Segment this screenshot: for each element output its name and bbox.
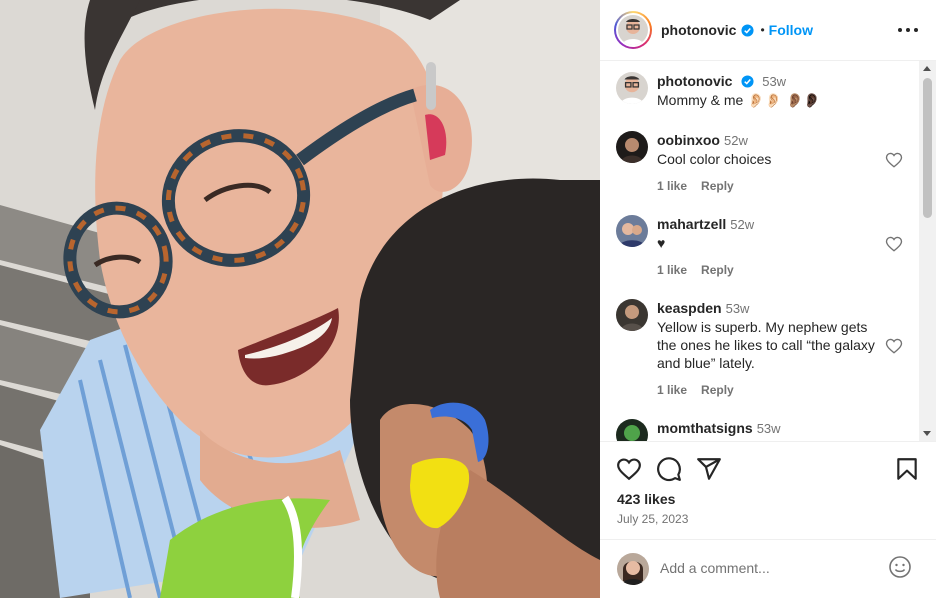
follow-button[interactable]: Follow: [769, 22, 813, 38]
scrollbar-thumb[interactable]: [923, 78, 932, 218]
verified-badge-icon: [741, 23, 754, 37]
avatar-image: [617, 553, 649, 585]
comment-time: 52w: [724, 133, 748, 148]
comments-scrollbar[interactable]: [919, 61, 936, 441]
comment-text: ♥: [657, 235, 666, 251]
reply-button[interactable]: Reply: [701, 263, 734, 277]
heart-icon[interactable]: [616, 456, 642, 482]
commenter-avatar[interactable]: [616, 299, 648, 331]
post-details-panel: photonovic • Follow photonovic 53w Mommy…: [600, 0, 936, 598]
comment-time: 52w: [730, 217, 755, 232]
comment-input[interactable]: [660, 557, 880, 579]
caption-time: 53w: [762, 74, 787, 89]
current-user-avatar: [617, 553, 649, 585]
comment-text: Cool color choices: [657, 151, 772, 167]
like-count[interactable]: 423 likes: [617, 491, 675, 507]
share-icon[interactable]: [696, 456, 722, 482]
avatar-image: [616, 419, 648, 441]
avatar-image: [616, 72, 648, 104]
post-header: photonovic • Follow: [600, 0, 936, 61]
avatar-image: [616, 215, 648, 247]
more-options-icon[interactable]: [898, 22, 918, 38]
heart-icon[interactable]: [885, 337, 903, 355]
comment-text: Yellow is superb. My nephew gets the one…: [657, 319, 875, 371]
author-username[interactable]: photonovic: [661, 22, 736, 38]
comment-composer: [600, 539, 936, 598]
comment-username[interactable]: oobinxoo: [657, 132, 720, 148]
avatar-image: [616, 131, 648, 163]
comment-like-count[interactable]: 1 like: [657, 263, 687, 277]
comment-username[interactable]: momthatsigns: [657, 420, 753, 436]
bookmark-icon[interactable]: [894, 456, 920, 482]
comment-time: 53w: [756, 421, 781, 436]
verified-badge-icon: [741, 75, 754, 88]
separator-dot: •: [760, 23, 765, 37]
comment-icon[interactable]: [656, 456, 682, 482]
comments-list[interactable]: photonovic 53w Mommy & me 👂🏻👂🏻 👂🏽👂🏿 oobi…: [600, 61, 919, 441]
comment-like-count[interactable]: 1 like: [657, 383, 687, 397]
selfie-illustration: [0, 0, 600, 598]
reply-button[interactable]: Reply: [701, 179, 734, 193]
comment-time: 53w: [725, 301, 750, 316]
comment-like-count[interactable]: 1 like: [657, 179, 687, 193]
reply-button[interactable]: Reply: [701, 383, 734, 397]
caption-text: Mommy & me 👂🏻👂🏻 👂🏽👂🏿: [657, 92, 821, 108]
avatar-image: [618, 15, 648, 45]
author-story-ring[interactable]: [614, 11, 652, 49]
author-avatar[interactable]: [618, 15, 648, 45]
post-date[interactable]: July 25, 2023: [617, 512, 688, 526]
heart-icon[interactable]: [885, 235, 903, 253]
post-actions: 423 likes July 25, 2023: [600, 441, 936, 598]
caption-username[interactable]: photonovic: [657, 73, 732, 89]
scroll-up-arrow-icon[interactable]: [923, 66, 931, 71]
author-avatar-small[interactable]: [616, 72, 648, 104]
comment-username[interactable]: keaspden: [657, 300, 722, 316]
comment-meta: 1 like Reply: [657, 383, 748, 397]
comment-meta: 1 like Reply: [657, 179, 748, 193]
avatar-image: [616, 299, 648, 331]
commenter-avatar[interactable]: [616, 419, 648, 441]
comment-meta: 1 like Reply: [657, 263, 748, 277]
commenter-avatar[interactable]: [616, 131, 648, 163]
comment-username[interactable]: mahartzell: [657, 216, 726, 232]
emoji-icon[interactable]: [888, 555, 912, 579]
heart-icon[interactable]: [885, 151, 903, 169]
post-photo[interactable]: [0, 0, 600, 598]
commenter-avatar[interactable]: [616, 215, 648, 247]
scroll-down-arrow-icon[interactable]: [923, 431, 931, 436]
